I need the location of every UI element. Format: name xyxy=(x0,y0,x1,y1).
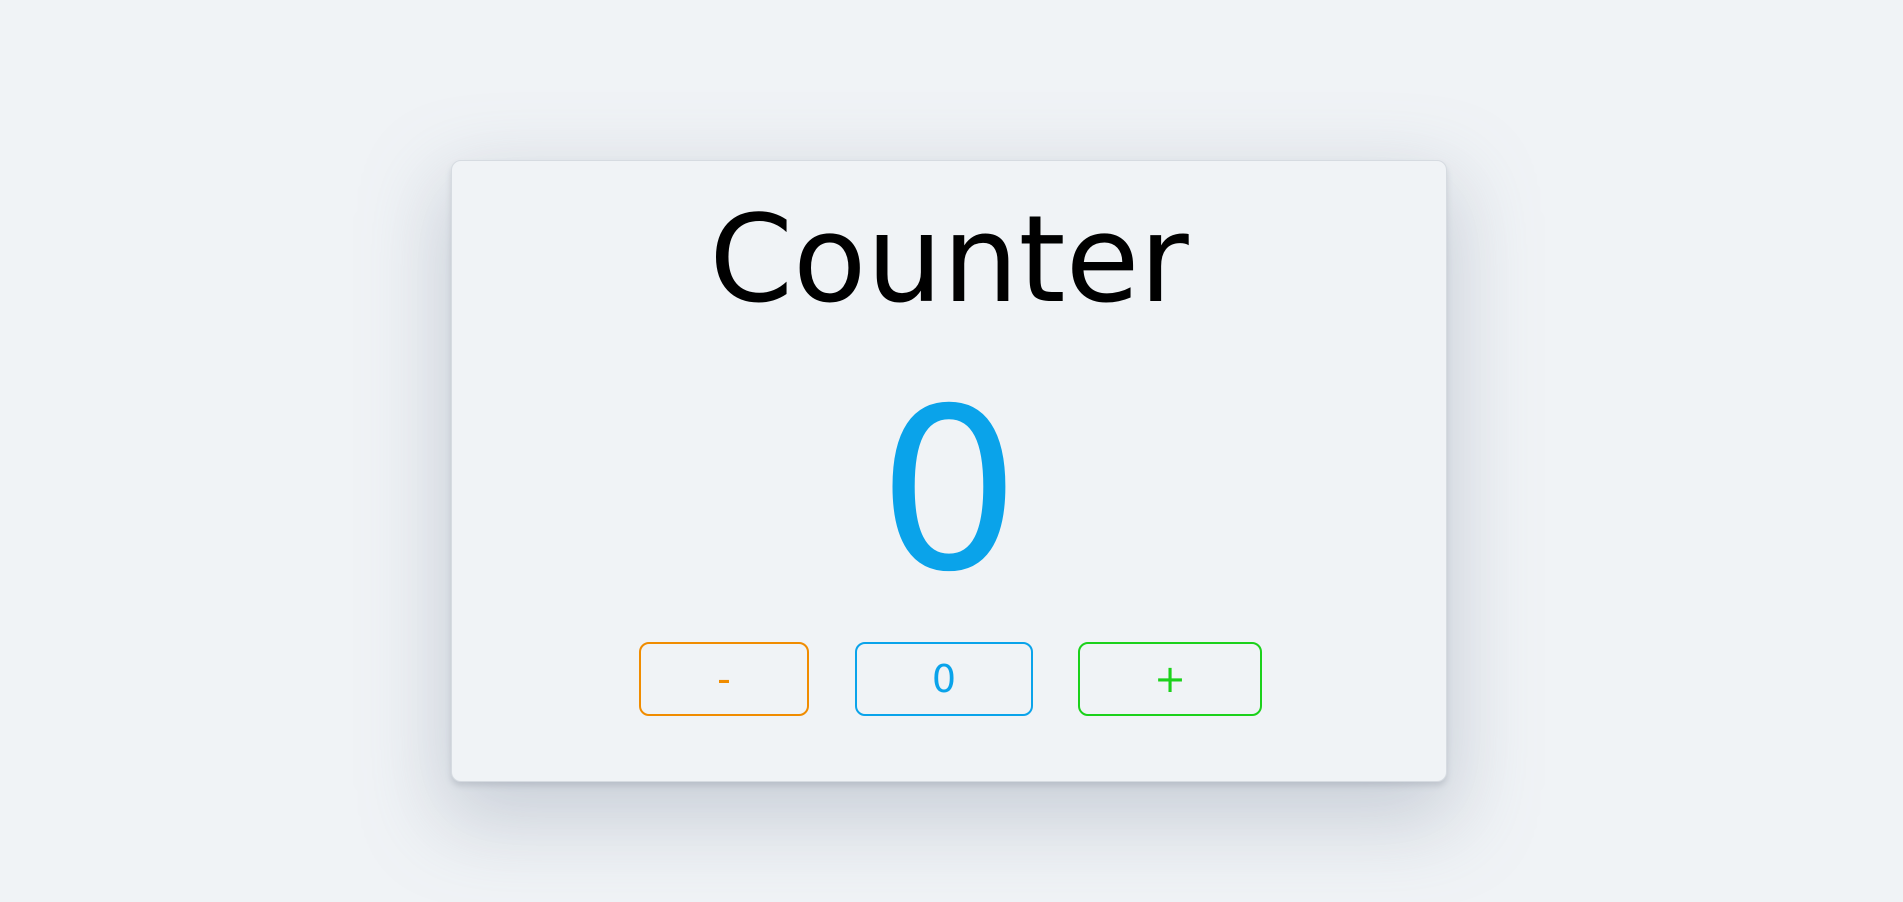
decrement-button[interactable]: - xyxy=(639,642,809,716)
counter-value: 0 xyxy=(877,360,1021,621)
counter-card: Counter 0 - 0 + xyxy=(451,160,1447,782)
counter-title: Counter xyxy=(709,191,1189,330)
page-background: Counter 0 - 0 + xyxy=(0,0,1903,902)
reset-button[interactable]: 0 xyxy=(855,642,1033,716)
increment-button[interactable]: + xyxy=(1078,642,1262,716)
